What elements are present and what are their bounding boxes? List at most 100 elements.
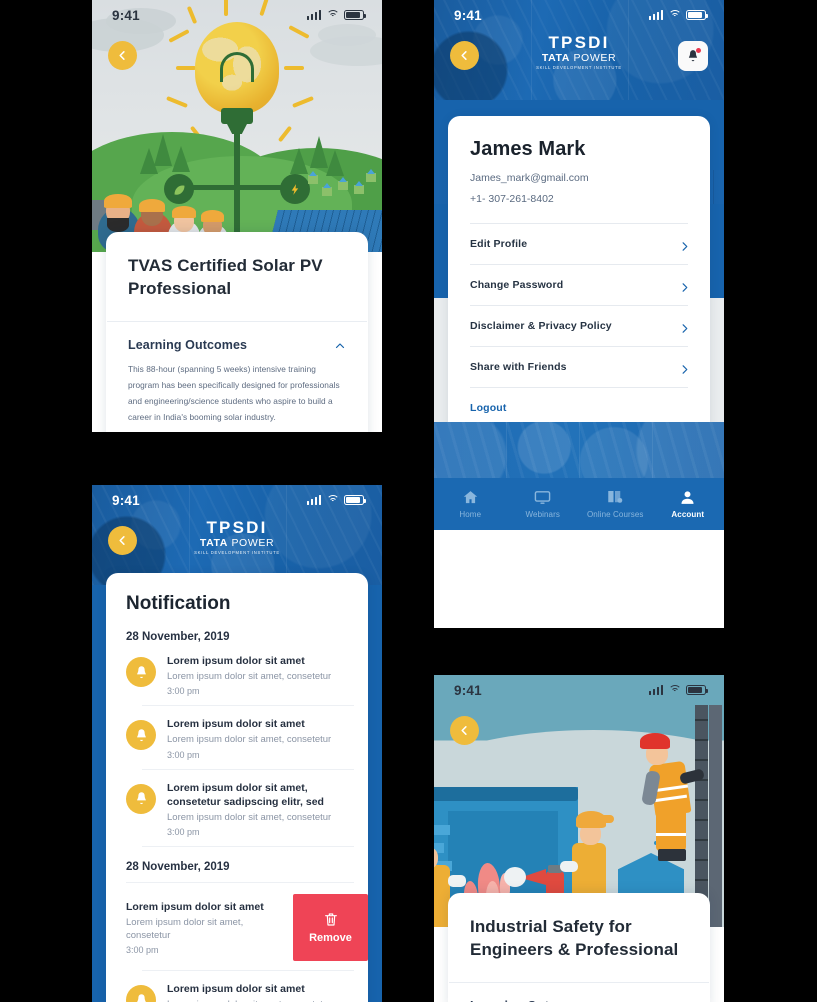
menu-item-label: Change Password [470,279,564,291]
chevron-right-icon [679,362,690,374]
notification-heading: Lorem ipsum dolor sit amet, consetetur s… [167,781,324,808]
status-time: 9:41 [112,7,140,23]
course-hero-illustration: 9:41 [92,0,382,252]
profile-email: James_mark@gmail.com [470,172,589,184]
logo-line-2-bold: TATA [541,52,570,64]
notification-subtext: Lorem ipsum dolor sit amet, consetetur [167,811,332,823]
notification-subtext: Lorem ipsum dolor sit amet, consetetur [126,917,244,941]
tab-account[interactable]: Account [652,489,725,519]
battery-icon [686,10,708,20]
notification-group-date: 28 November, 2019 [126,631,230,643]
notification-heading: Lorem ipsum dolor sit amet [167,718,305,731]
status-bar: 9:41 [434,675,724,705]
tab-label: Webinars [525,510,560,519]
notification-item-swiped[interactable]: Lorem ipsum dolor sit amet Lorem ipsum d… [106,883,368,971]
menu-item-disclaimer-privacy-policy[interactable]: Disclaimer & Privacy Policy [448,305,710,346]
menu-item-label: Logout [470,402,507,414]
battery-icon [686,685,708,695]
bell-icon [126,783,156,814]
logo-line-3: SKILL DEVELOPMENT INSTITUTE [536,65,622,70]
notification-item[interactable]: Lorem ipsum dolor sit amet Lorem ipsum d… [106,643,368,707]
status-bar: 9:41 [92,485,382,515]
notifications-card: Notification 28 November, 2019 Lorem ips… [106,573,368,1002]
back-button[interactable] [108,41,137,70]
status-time: 9:41 [454,7,482,23]
notification-subtext: Lorem ipsum dolor sit amet, consetetur [167,671,332,683]
book-icon [606,489,624,506]
bell-icon [126,720,156,751]
notifications-button[interactable] [678,41,708,71]
menu-item-change-password[interactable]: Change Password [448,264,710,305]
back-button[interactable] [450,41,479,70]
screen-notifications: TPSDI TATA POWER SKILL DEVELOPMENT INSTI… [92,485,382,1002]
menu-item-share-with-friends[interactable]: Share with Friends [448,346,710,387]
tab-online-courses[interactable]: Online Courses [579,489,652,519]
page-title: Notification [126,593,231,614]
monitor-icon [534,489,551,506]
cellular-signal-icon [306,10,321,20]
notification-time: 3:00 pm [167,827,200,838]
profile-name: James Mark [470,138,586,160]
logo-line-1: TPSDI [548,33,610,52]
learning-outcomes-header[interactable]: Learning Outcomes [448,983,710,1002]
tab-home[interactable]: Home [434,489,507,519]
notification-time: 3:00 pm [126,945,159,956]
tab-label: Online Courses [586,510,644,519]
course-title: Industrial Safety for Engineers & Profes… [470,917,679,960]
wifi-icon [326,495,339,505]
battery-icon [344,495,366,505]
logo-line-2-rest: POWER [569,52,617,64]
notification-item[interactable]: Lorem ipsum dolor sit amet, consetetur s… [106,770,368,848]
tab-webinars[interactable]: Webinars [507,489,580,519]
learning-outcomes-header[interactable]: Learning Outcomes [106,322,368,352]
person-icon [679,489,696,506]
chevron-right-icon [679,280,690,292]
course-title: TVAS Certified Solar PV Professional [128,256,323,299]
profile-body: James Mark James_mark@gmail.com +1- 307-… [434,100,724,530]
notification-time: 3:00 pm [167,749,200,760]
cellular-signal-icon [306,495,321,505]
wifi-icon [326,10,339,20]
learning-outcomes-body: This 88-hour (spanning 5 weeks) intensiv… [106,352,368,432]
screen-profile: TPSDI TATA POWER SKILL DEVELOPMENT INSTI… [434,0,724,628]
status-time: 9:41 [454,682,482,698]
back-button[interactable] [108,526,137,555]
back-button[interactable] [450,716,479,745]
course-detail-card: Industrial Safety for Engineers & Profes… [448,893,710,1002]
home-icon [462,489,479,506]
status-time: 9:41 [112,492,140,508]
tpsdi-logo: TPSDI TATA POWER SKILL DEVELOPMENT INSTI… [536,34,622,70]
course-hero-illustration: 9:41 [434,675,724,927]
logo-line-2-bold: TATA [199,537,228,549]
wifi-icon [668,685,681,695]
menu-item-label: Disclaimer & Privacy Policy [470,320,612,332]
learning-outcomes-label: Learning Outcomes [128,337,248,352]
notification-heading: Lorem ipsum dolor sit amet [167,655,305,667]
remove-button-label: Remove [309,932,352,945]
bell-icon [126,985,156,1002]
status-bar: 9:41 [434,0,724,30]
notification-subtext: Lorem ipsum dolor sit amet, consetetur [167,734,332,746]
notification-time: 3:00 pm [167,686,200,697]
cellular-signal-icon [648,685,663,695]
wifi-icon [668,10,681,20]
logo-line-3: SKILL DEVELOPMENT INSTITUTE [194,550,280,555]
chevron-up-icon[interactable] [334,339,346,351]
chevron-right-icon [679,321,690,333]
notification-badge-dot [696,48,701,53]
logo-line-1: TPSDI [206,518,268,537]
notification-item[interactable]: Lorem ipsum dolor sit amet Lorem ipsum d… [106,971,368,1002]
bell-icon [126,657,156,687]
notification-item[interactable]: Lorem ipsum dolor sit amet Lorem ipsum d… [106,706,368,771]
remove-button[interactable]: Remove [293,894,368,962]
logo-line-2-rest: POWER [227,537,275,549]
screen-course-safety: 9:41 Industrial Safety for Engineers & P… [434,675,724,1002]
battery-icon [344,10,366,20]
tpsdi-logo: TPSDI TATA POWER SKILL DEVELOPMENT INSTI… [194,519,280,555]
course-detail-card: TVAS Certified Solar PV Professional Lea… [106,232,368,432]
menu-item-label: Share with Friends [470,361,567,373]
menu-item-label: Edit Profile [470,238,528,250]
status-bar: 9:41 [92,0,382,30]
menu-item-edit-profile[interactable]: Edit Profile [448,223,710,264]
cellular-signal-icon [648,10,663,20]
